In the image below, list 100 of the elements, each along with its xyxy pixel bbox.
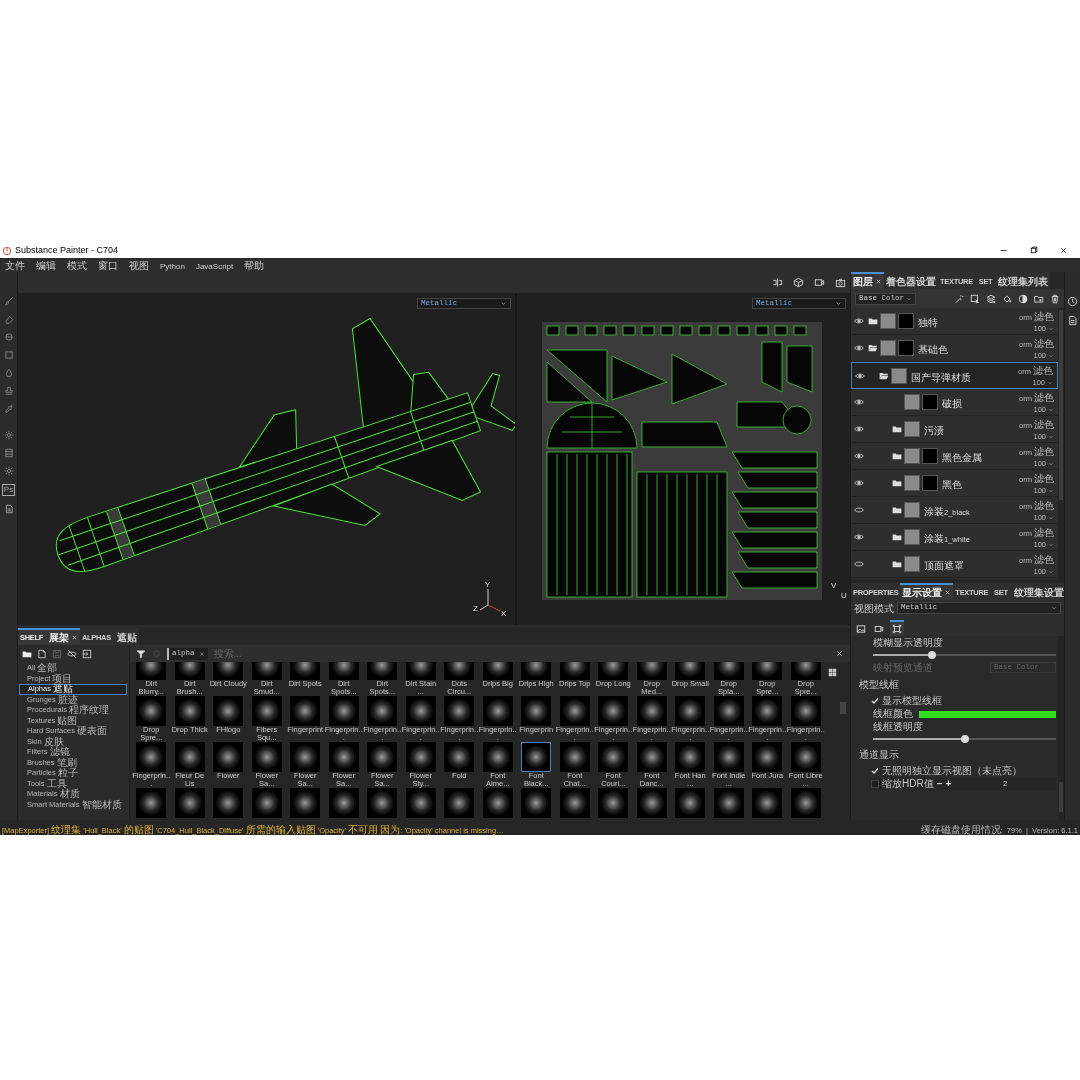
alpha-thumbnail[interactable] xyxy=(598,696,629,726)
gear-icon[interactable] xyxy=(3,466,14,476)
alpha-thumbnail[interactable] xyxy=(636,742,667,772)
eye-icon[interactable] xyxy=(854,316,864,326)
alpha-thumbnail[interactable] xyxy=(251,742,282,772)
panel-tab[interactable]: 图层 xyxy=(851,272,884,289)
stack-icon[interactable] xyxy=(986,293,996,304)
alpha-thumbnail[interactable] xyxy=(405,788,436,818)
eye-icon[interactable] xyxy=(854,424,864,434)
brush-icon[interactable] xyxy=(3,296,14,306)
alpha-thumbnail[interactable] xyxy=(752,742,783,772)
chevron-icon[interactable] xyxy=(1048,406,1054,413)
history-icon[interactable] xyxy=(1067,296,1078,307)
checkbox[interactable] xyxy=(871,780,879,788)
alpha-thumbnail[interactable] xyxy=(713,742,744,772)
chevron-icon[interactable] xyxy=(1048,352,1054,359)
menu-item[interactable]: 视图 xyxy=(129,257,149,273)
alpha-thumbnail[interactable] xyxy=(328,696,359,726)
chevron-icon[interactable] xyxy=(1048,487,1054,494)
alpha-thumbnail[interactable] xyxy=(251,696,282,726)
folder-icon[interactable] xyxy=(22,649,32,659)
alpha-thumbnail[interactable] xyxy=(328,788,359,818)
close-icon[interactable] xyxy=(70,634,78,641)
alpha-thumbnail[interactable] xyxy=(444,696,475,726)
alpha-thumbnail[interactable] xyxy=(482,742,513,772)
square-icon[interactable] xyxy=(3,350,14,360)
alpha-thumbnail[interactable] xyxy=(675,788,706,818)
alpha-thumbnail[interactable] xyxy=(290,696,321,726)
alpha-thumbnail[interactable] xyxy=(598,788,629,818)
chevron-icon[interactable] xyxy=(1048,460,1054,467)
slider-thumb[interactable] xyxy=(960,735,969,743)
alpha-thumbnail[interactable] xyxy=(559,742,590,772)
folder-icon[interactable] xyxy=(892,532,902,542)
grid-view-icon[interactable] xyxy=(828,668,837,677)
alpha-thumbnail[interactable] xyxy=(136,696,167,726)
chevron-icon[interactable] xyxy=(1048,541,1054,548)
alpha-thumbnail[interactable] xyxy=(636,696,667,726)
eye-icon[interactable] xyxy=(854,478,864,488)
save-icon[interactable] xyxy=(52,649,62,659)
stamp-icon[interactable] xyxy=(3,386,14,396)
folder-icon[interactable] xyxy=(892,559,902,569)
alpha-thumbnail[interactable] xyxy=(213,742,244,772)
alpha-thumbnail[interactable] xyxy=(405,696,436,726)
panel-tab[interactable]: 着色器设置 xyxy=(884,272,938,289)
folder-icon[interactable] xyxy=(892,505,902,515)
menu-item[interactable]: JavaScript xyxy=(195,256,234,274)
alpha-thumbnail[interactable] xyxy=(213,696,244,726)
chevron-icon[interactable] xyxy=(1048,433,1054,440)
eye-icon[interactable] xyxy=(854,397,864,407)
menu-item[interactable]: 编辑 xyxy=(36,257,56,273)
menu-item[interactable]: 帮助 xyxy=(244,257,265,273)
camera-icon[interactable] xyxy=(835,277,846,288)
alpha-thumbnail[interactable] xyxy=(367,742,398,772)
magic-wand-icon[interactable] xyxy=(954,293,964,304)
close-icon[interactable] xyxy=(944,589,952,596)
gear-icon[interactable] xyxy=(3,430,14,440)
panel-icon[interactable] xyxy=(3,448,14,458)
alpha-thumbnail[interactable] xyxy=(174,742,205,772)
menu-item[interactable]: 窗口 xyxy=(98,257,118,273)
alpha-thumbnail[interactable] xyxy=(713,788,744,818)
alpha-thumbnail[interactable] xyxy=(444,742,475,772)
scrollbar-thumb[interactable] xyxy=(840,702,846,714)
alpha-thumbnail[interactable] xyxy=(482,696,513,726)
close-icon[interactable] xyxy=(835,649,844,658)
alpha-thumbnail[interactable] xyxy=(213,788,244,818)
folder-icon[interactable] xyxy=(892,451,902,461)
eye-icon[interactable] xyxy=(854,451,864,461)
chevron-icon[interactable] xyxy=(1048,325,1054,332)
eye-icon[interactable] xyxy=(854,532,864,542)
minus-button[interactable]: − xyxy=(936,779,943,789)
alpha-thumbnail[interactable] xyxy=(521,742,552,772)
folder-icon[interactable] xyxy=(868,316,878,326)
cube-icon[interactable] xyxy=(793,277,804,288)
document-icon[interactable] xyxy=(1067,315,1078,326)
document-icon[interactable] xyxy=(3,504,14,514)
import-icon[interactable] xyxy=(82,649,92,659)
chevron-icon[interactable] xyxy=(1047,380,1053,386)
alpha-thumbnail[interactable] xyxy=(598,742,629,772)
panel-tab[interactable]: 显示设置 xyxy=(900,583,954,600)
video-camera-icon[interactable] xyxy=(814,277,825,288)
alpha-thumbnail[interactable] xyxy=(136,742,167,772)
split-view-icon[interactable] xyxy=(772,277,783,288)
filter-icon[interactable] xyxy=(136,648,146,659)
alpha-thumbnail[interactable] xyxy=(675,742,706,772)
alpha-thumbnail[interactable] xyxy=(790,696,821,726)
slider-thumb[interactable] xyxy=(927,651,936,659)
alpha-thumbnail[interactable] xyxy=(559,788,590,818)
eye-icon[interactable] xyxy=(854,343,864,353)
alpha-thumbnail[interactable] xyxy=(367,696,398,726)
add-layer-icon[interactable] xyxy=(970,293,980,304)
icon-tab[interactable] xyxy=(890,620,904,636)
delete-icon[interactable] xyxy=(1050,293,1060,304)
eye-outline-icon[interactable] xyxy=(854,505,864,515)
chevron-icon[interactable] xyxy=(1048,514,1054,521)
menu-item[interactable]: Python xyxy=(160,256,185,274)
alpha-thumbnail[interactable] xyxy=(482,788,513,818)
alpha-thumbnail[interactable] xyxy=(290,788,321,818)
alpha-thumbnail[interactable] xyxy=(328,742,359,772)
pipette-icon[interactable] xyxy=(3,404,14,414)
hidden-eye-icon[interactable] xyxy=(67,649,77,659)
